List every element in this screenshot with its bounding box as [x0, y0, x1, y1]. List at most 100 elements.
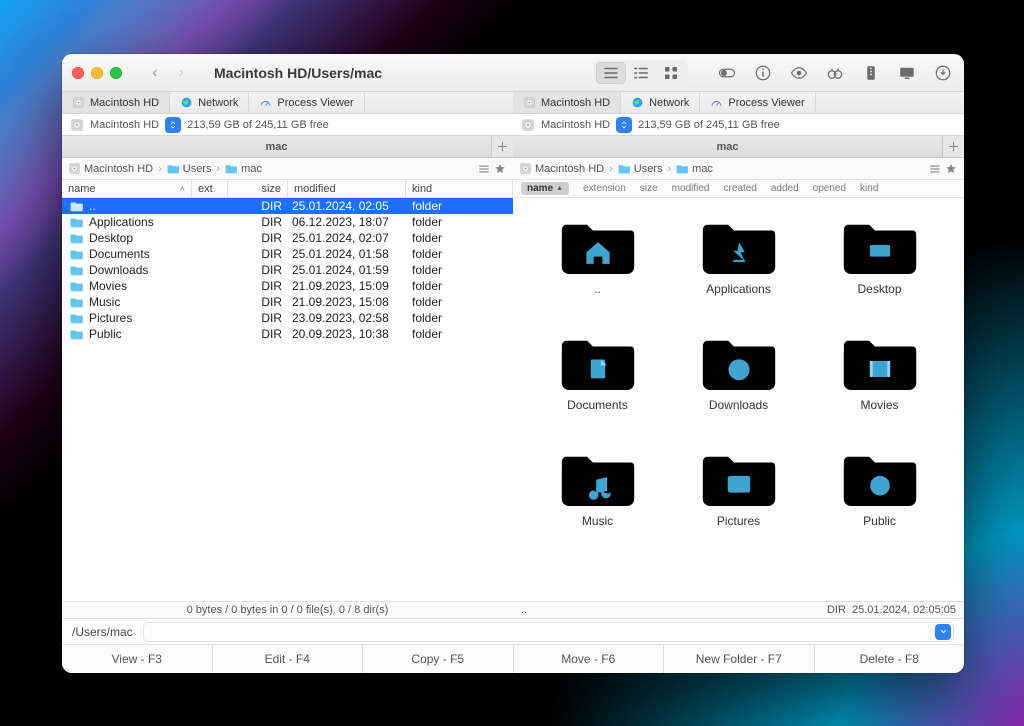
col-kind[interactable]: kind: [406, 180, 513, 197]
folder-icon: [70, 280, 84, 292]
list-body-left[interactable]: ..DIR25.01.2024, 02:05folderApplications…: [62, 198, 513, 601]
download-icon[interactable]: [932, 62, 954, 84]
edit-button[interactable]: Edit - F4: [213, 645, 364, 673]
icon-col-name[interactable]: name: [521, 182, 569, 195]
table-row[interactable]: PicturesDIR23.09.2023, 02:58folder: [62, 310, 513, 326]
grid-item[interactable]: Movies: [809, 332, 950, 448]
grid-item[interactable]: Music: [527, 448, 668, 564]
path-dropdown-button[interactable]: [935, 624, 951, 640]
row-size: DIR: [228, 263, 288, 277]
history-icon[interactable]: [928, 162, 942, 176]
minimize-button[interactable]: [91, 67, 103, 79]
table-row[interactable]: MoviesDIR21.09.2023, 15:09folder: [62, 278, 513, 294]
crumb-users-left[interactable]: Users: [167, 162, 212, 175]
panel-tab-add-right[interactable]: ＋: [942, 136, 964, 157]
view-list-button[interactable]: [596, 62, 626, 84]
row-size: DIR: [228, 279, 288, 293]
grid-item[interactable]: Desktop: [809, 216, 950, 332]
nav-back-button[interactable]: [142, 62, 168, 84]
maximize-button[interactable]: [110, 67, 122, 79]
nav-forward-button[interactable]: [168, 62, 194, 84]
hidden-toggle-icon[interactable]: [716, 62, 738, 84]
table-row[interactable]: DesktopDIR25.01.2024, 02:07folder: [62, 230, 513, 246]
pane-left: name˄ ext size modified kind ..DIR25.01.…: [62, 180, 513, 601]
favorite-icon[interactable]: [493, 162, 507, 176]
view-detail-button[interactable]: [626, 62, 656, 84]
crumb-mac-right[interactable]: mac: [676, 162, 713, 175]
icon-col-size[interactable]: size: [640, 183, 658, 194]
grid-item[interactable]: Documents: [527, 332, 668, 448]
grid-item[interactable]: Downloads: [668, 332, 809, 448]
view-button[interactable]: View - F3: [62, 645, 213, 673]
table-row[interactable]: ..DIR25.01.2024, 02:05folder: [62, 198, 513, 214]
history-icon[interactable]: [477, 162, 491, 176]
row-modified: 20.09.2023, 10:38: [288, 327, 406, 341]
panel-tab-left[interactable]: mac: [62, 136, 491, 157]
scope-process-left[interactable]: Process Viewer: [249, 92, 364, 113]
col-ext[interactable]: ext: [192, 180, 228, 197]
grid-item-label: ..: [594, 282, 601, 296]
delete-button[interactable]: Delete - F8: [815, 645, 965, 673]
crumb-root-left[interactable]: Macintosh HD: [68, 162, 153, 175]
grid-item[interactable]: Applications: [668, 216, 809, 332]
icon-col-added[interactable]: added: [771, 183, 799, 194]
scope-process-right[interactable]: Process Viewer: [700, 92, 815, 113]
row-kind: folder: [406, 279, 513, 293]
panel-tab-right[interactable]: mac: [513, 136, 942, 157]
table-row[interactable]: DocumentsDIR25.01.2024, 01:58folder: [62, 246, 513, 262]
scope-network-right[interactable]: Network: [621, 92, 700, 113]
volume-refresh-left[interactable]: [165, 117, 181, 133]
screen-icon[interactable]: [896, 62, 918, 84]
folder-icon: [561, 216, 635, 274]
volume-refresh-right[interactable]: [616, 117, 632, 133]
table-row[interactable]: DownloadsDIR25.01.2024, 01:59folder: [62, 262, 513, 278]
folder-icon: [70, 312, 84, 324]
volume-free-right: 213,59 GB of 245,11 GB free: [638, 119, 780, 131]
icon-col-kind[interactable]: kind: [860, 183, 878, 194]
path-input[interactable]: [143, 622, 954, 642]
row-size: DIR: [228, 215, 288, 229]
panel-tab-add-left[interactable]: ＋: [491, 136, 513, 157]
scope-network-left[interactable]: Network: [170, 92, 249, 113]
info-icon[interactable]: [752, 62, 774, 84]
icon-col-modified[interactable]: modified: [672, 183, 710, 194]
grid-item[interactable]: Public: [809, 448, 950, 564]
status-left: 0 bytes / 0 bytes in 0 / 0 file(s). 0 / …: [187, 604, 389, 616]
table-row[interactable]: ApplicationsDIR06.12.2023, 18:07folder: [62, 214, 513, 230]
folder-icon: [70, 264, 84, 276]
col-size[interactable]: size: [228, 180, 288, 197]
scope-volume-left[interactable]: Macintosh HD: [62, 92, 170, 113]
favorite-icon[interactable]: [944, 162, 958, 176]
nav-arrows: [142, 62, 194, 84]
table-row[interactable]: PublicDIR20.09.2023, 10:38folder: [62, 326, 513, 342]
col-name[interactable]: name˄: [62, 180, 192, 197]
grid-item[interactable]: Pictures: [668, 448, 809, 564]
view-grid-button[interactable]: [656, 62, 686, 84]
folder-icon: [843, 216, 917, 274]
row-modified: 23.09.2023, 02:58: [288, 311, 406, 325]
icon-col-extension[interactable]: extension: [583, 183, 626, 194]
archive-icon[interactable]: [860, 62, 882, 84]
crumb-root-right[interactable]: Macintosh HD: [519, 162, 604, 175]
icon-grid-right[interactable]: .. Applications Desktop DocumentsDownloadsM…: [513, 198, 964, 601]
scope-network-label: Network: [649, 97, 689, 109]
close-button[interactable]: [72, 67, 84, 79]
col-modified[interactable]: modified: [288, 180, 406, 197]
crumb-users-right[interactable]: Users: [618, 162, 663, 175]
scope-volume-right[interactable]: Macintosh HD: [513, 92, 621, 113]
new-folder-button[interactable]: New Folder - F7: [664, 645, 815, 673]
crumb-mac-left[interactable]: mac: [225, 162, 262, 175]
move-button[interactable]: Move - F6: [514, 645, 665, 673]
row-kind: folder: [406, 263, 513, 277]
grid-item-label: Pictures: [717, 514, 760, 528]
icon-col-opened[interactable]: opened: [813, 183, 846, 194]
panel-tabs-row: mac ＋ mac ＋: [62, 136, 964, 158]
quicklook-icon[interactable]: [788, 62, 810, 84]
grid-item[interactable]: ..: [527, 216, 668, 332]
grid-item-label: Desktop: [857, 282, 901, 296]
search-icon[interactable]: [824, 62, 846, 84]
table-row[interactable]: MusicDIR21.09.2023, 15:08folder: [62, 294, 513, 310]
copy-button[interactable]: Copy - F5: [363, 645, 514, 673]
icon-col-created[interactable]: created: [723, 183, 756, 194]
list-header-left: name˄ ext size modified kind: [62, 180, 513, 198]
